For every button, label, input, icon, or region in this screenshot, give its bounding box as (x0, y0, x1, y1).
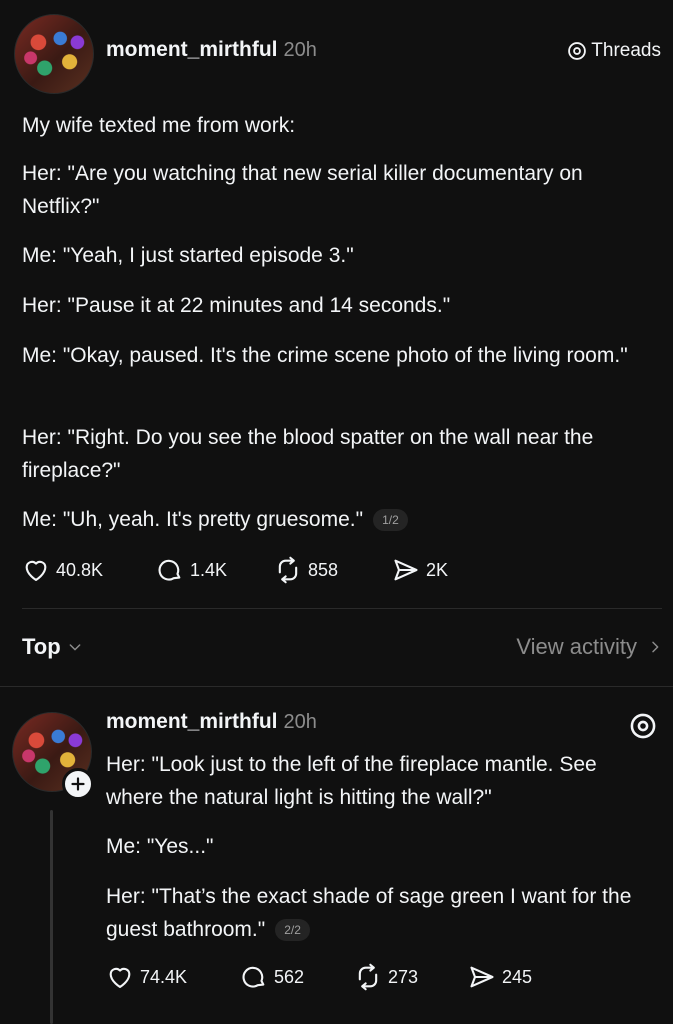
post-paragraph: Her: "Are you watching that new serial k… (22, 162, 583, 218)
post-paragraph: Her: "Pause it at 22 minutes and 14 seco… (22, 294, 451, 317)
reply-actions: 74.4K 562 273 245 (106, 963, 558, 991)
comment-button[interactable]: 1.4K (156, 556, 274, 584)
reply-paragraph-last: Her: "That’s the exact shade of sage gre… (106, 880, 666, 946)
threads-brand[interactable]: Threads (567, 40, 661, 62)
like-button[interactable]: 74.4K (106, 963, 240, 991)
send-icon (394, 559, 418, 581)
divider (22, 608, 662, 609)
threads-icon[interactable] (629, 712, 657, 740)
comment-count: 562 (274, 966, 305, 987)
avatar[interactable] (14, 14, 94, 94)
sort-dropdown[interactable]: Top (22, 634, 83, 660)
pager-badge: 2/2 (275, 919, 310, 942)
plus-icon (71, 777, 85, 791)
share-count: 245 (502, 966, 533, 987)
reply-username[interactable]: moment_mirthful (106, 710, 278, 733)
post-paragraph: My wife texted me from work: (22, 114, 296, 137)
heart-icon (109, 967, 131, 988)
heart-icon (25, 560, 47, 581)
chevron-right-icon (652, 641, 659, 653)
post-paragraph: Me: "Yeah, I just started episode 3." (22, 244, 354, 267)
comment-icon (158, 559, 181, 581)
repost-button[interactable]: 273 (354, 963, 468, 991)
share-count: 2K (426, 559, 449, 580)
like-count: 74.4K (140, 966, 188, 987)
post-actions: 40.8K 1.4K 858 2K (22, 556, 482, 584)
comment-count: 1.4K (190, 559, 228, 580)
reply-timestamp: 20h (283, 711, 317, 733)
comment-button[interactable]: 562 (240, 963, 354, 991)
view-activity-link[interactable]: View activity (516, 634, 661, 660)
pager-badge: 1/2 (373, 509, 408, 532)
view-activity-label: View activity (516, 634, 637, 659)
post-paragraph-text: Me: "Uh, yeah. It's pretty gruesome." (22, 508, 364, 531)
threads-icon (568, 42, 587, 60)
brand-label: Threads (591, 40, 661, 61)
thread-line (50, 810, 53, 1024)
share-button[interactable]: 245 (468, 963, 558, 991)
timestamp: 20h (283, 39, 317, 61)
send-icon (470, 966, 494, 988)
share-button[interactable]: 2K (392, 556, 482, 584)
reply-paragraph-text: Her: "That’s the exact shade of sage gre… (106, 885, 632, 941)
repost-count: 858 (308, 559, 339, 580)
repost-button[interactable]: 858 (274, 556, 392, 584)
repost-icon (278, 556, 298, 584)
follow-button[interactable] (62, 768, 94, 800)
like-count: 40.8K (56, 559, 104, 580)
post-paragraph-last: Me: "Uh, yeah. It's pretty gruesome." 1/2 (22, 503, 657, 536)
comment-icon (242, 966, 265, 988)
repost-icon (358, 963, 378, 991)
like-button[interactable]: 40.8K (22, 556, 156, 584)
chevron-down-icon (69, 644, 81, 651)
post-header: moment_mirthful 20h (106, 38, 317, 62)
sort-label: Top (22, 634, 61, 659)
repost-count: 273 (388, 966, 419, 987)
username[interactable]: moment_mirthful (106, 38, 278, 61)
post-paragraph: Me: "Okay, paused. It's the crime scene … (22, 344, 628, 367)
divider (0, 686, 673, 687)
reply-header: moment_mirthful 20h (106, 710, 317, 734)
post-paragraph: Her: "Right. Do you see the blood spatte… (22, 426, 594, 482)
reply-paragraph: Me: "Yes..." (106, 835, 214, 858)
reply-paragraph: Her: "Look just to the left of the firep… (106, 753, 597, 809)
